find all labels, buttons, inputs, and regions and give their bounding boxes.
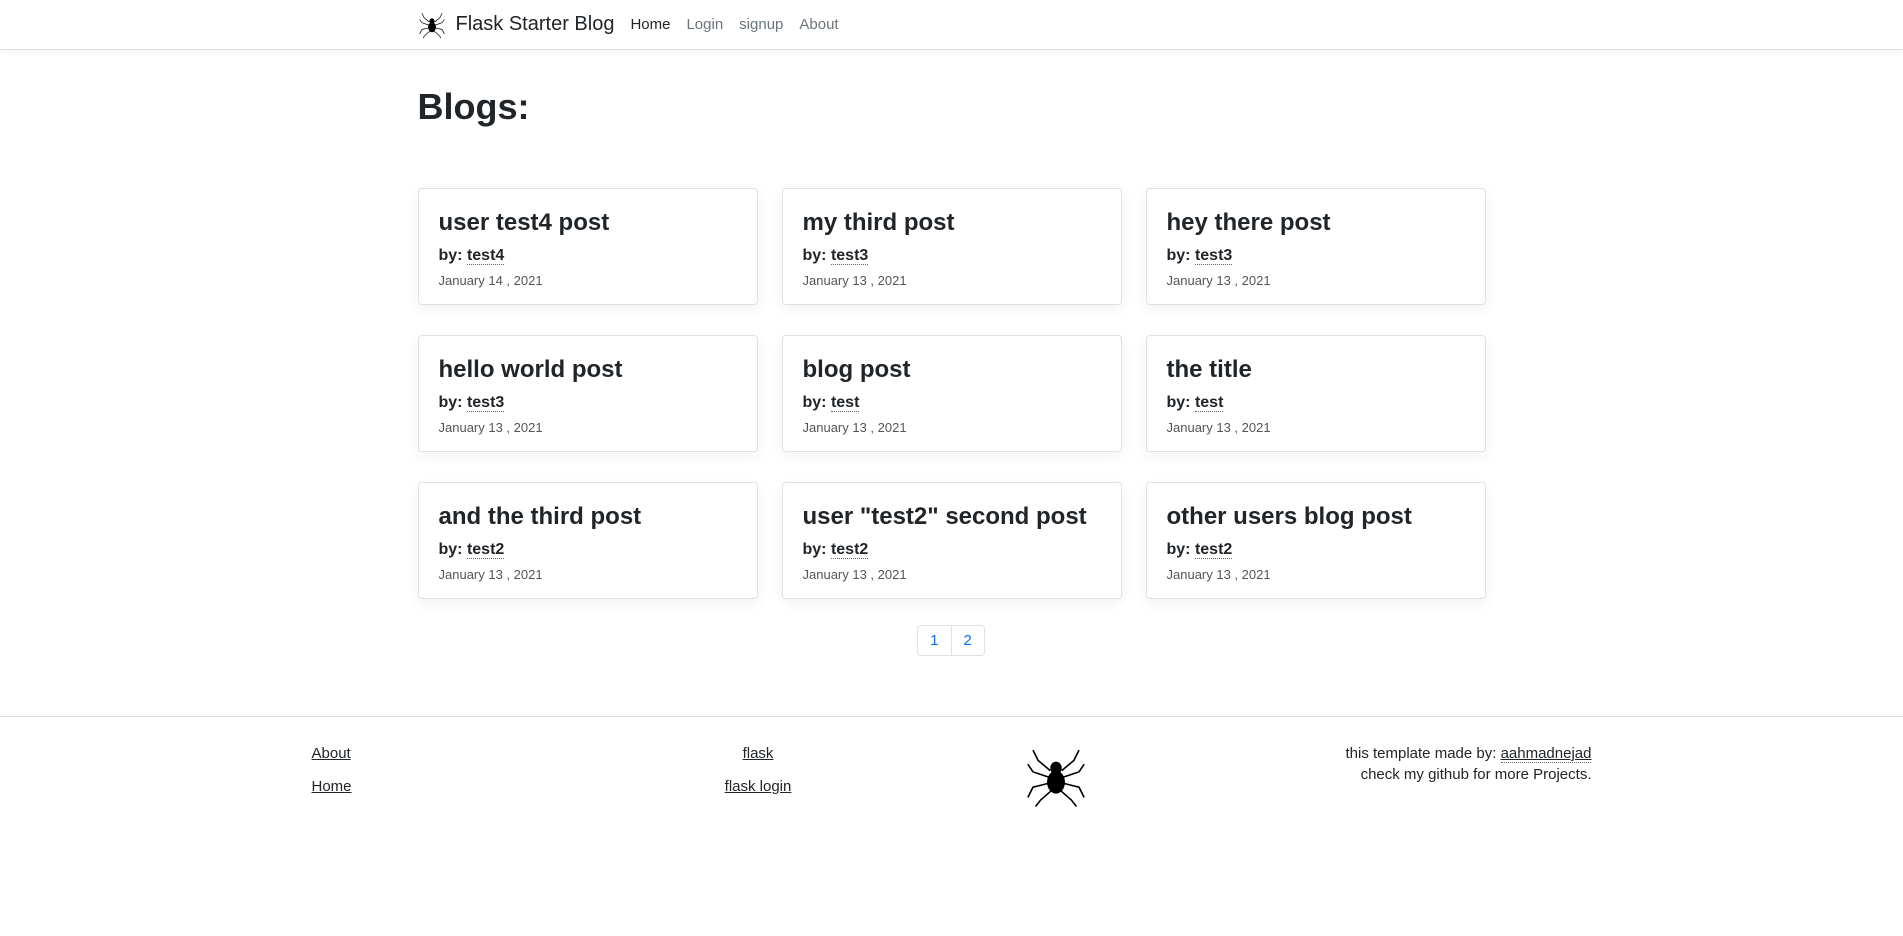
post-byline: by: test2 [803,541,1101,559]
by-label: by: [439,394,467,411]
post-card[interactable]: the title by: test January 13 , 2021 [1146,335,1486,452]
post-author-link[interactable]: test2 [1195,541,1232,559]
post-byline: by: test2 [439,541,737,559]
post-byline: by: test2 [1167,541,1465,559]
page-link-2[interactable]: 2 [951,625,985,656]
footer-link-home[interactable]: Home [312,778,610,795]
post-date: January 13 , 2021 [1167,420,1465,435]
credit-line2: check my github for more Projects. [1205,766,1592,783]
post-byline: by: test [1167,394,1465,412]
post-title: and the third post [439,503,737,531]
nav-signup[interactable]: signup [739,8,783,41]
post-date: January 13 , 2021 [1167,567,1465,582]
post-date: January 13 , 2021 [439,420,737,435]
post-card[interactable]: user "test2" second post by: test2 January… [782,482,1122,599]
post-byline: by: test3 [439,394,737,412]
spider-icon [1024,745,1088,809]
post-author-link[interactable]: test [1195,394,1223,412]
credit-prefix: this template made by: [1345,745,1500,762]
post-author-link[interactable]: test [831,394,859,412]
credit-author-link[interactable]: aahmadnejad [1501,745,1592,763]
footer-credits: this template made by: aahmadnejad check… [1205,745,1592,787]
by-label: by: [1167,394,1195,411]
post-date: January 13 , 2021 [803,567,1101,582]
brand-link[interactable]: Flask Starter Blog [418,11,615,39]
footer-link-flask[interactable]: flask [743,745,774,762]
post-title: blog post [803,356,1101,384]
by-label: by: [803,394,831,411]
post-title: hey there post [1167,209,1465,237]
footer-col-2: flask flask login [609,745,907,795]
post-author-link[interactable]: test2 [467,541,504,559]
footer-link-flask-login[interactable]: flask login [725,778,792,795]
nav-home[interactable]: Home [630,8,670,41]
post-byline: by: test [803,394,1101,412]
post-author-link[interactable]: test2 [831,541,868,559]
navbar: Flask Starter Blog Home Login signup Abo… [0,0,1903,50]
by-label: by: [1167,247,1195,264]
post-title: my third post [803,209,1101,237]
post-author-link[interactable]: test3 [831,247,868,265]
post-date: January 13 , 2021 [803,273,1101,288]
post-title: other users blog post [1167,503,1465,531]
by-label: by: [1167,541,1195,558]
nav-about[interactable]: About [799,8,838,41]
by-label: by: [439,247,467,264]
post-title: hello world post [439,356,737,384]
post-title: user test4 post [439,209,737,237]
post-date: January 13 , 2021 [1167,273,1465,288]
footer-link-about[interactable]: About [312,745,610,762]
post-date: January 13 , 2021 [803,420,1101,435]
post-date: January 14 , 2021 [439,273,737,288]
post-author-link[interactable]: test3 [1195,247,1232,265]
post-author-link[interactable]: test4 [467,247,504,265]
post-date: January 13 , 2021 [439,567,737,582]
post-byline: by: test3 [1167,247,1465,265]
by-label: by: [803,541,831,558]
post-card[interactable]: user test4 post by: test4 January 14 , 202… [418,188,758,305]
post-title: the title [1167,356,1465,384]
post-card[interactable]: my third post by: test3 January 13 , 2021 [782,188,1122,305]
by-label: by: [803,247,831,264]
footer-col-logo [907,745,1205,809]
nav-login[interactable]: Login [686,8,723,41]
brand-text: Flask Starter Blog [456,13,615,36]
by-label: by: [439,541,467,558]
posts-grid: user test4 post by: test4 January 14 , 202… [418,188,1486,599]
page-link-1[interactable]: 1 [917,625,951,656]
post-card[interactable]: blog post by: test January 13 , 2021 [782,335,1122,452]
pagination: 12 [418,625,1486,656]
post-title: user "test2" second post [803,503,1101,531]
post-author-link[interactable]: test3 [467,394,504,412]
post-card[interactable]: hey there post by: test3 January 13 , 2021 [1146,188,1486,305]
post-card[interactable]: hello world post by: test3 January 13 , 20… [418,335,758,452]
nav-links: Home Login signup About [630,8,838,41]
post-card[interactable]: and the third post by: test2 January 13 , … [418,482,758,599]
post-byline: by: test3 [803,247,1101,265]
spider-icon [418,11,446,39]
post-byline: by: test4 [439,247,737,265]
footer-col-1: About Home [312,745,610,795]
footer: About Home flask flask login this templa… [0,716,1903,845]
page-title: Blogs: [418,86,1486,128]
post-card[interactable]: other users blog post by: test2 January 13… [1146,482,1486,599]
